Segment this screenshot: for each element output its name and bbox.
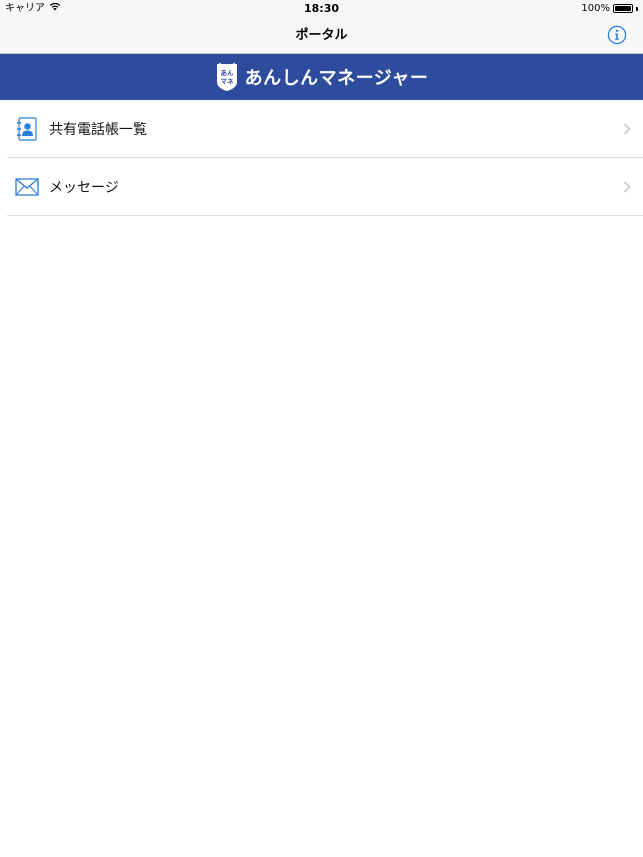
menu-item-shared-phonebook[interactable]: 共有電話帳一覧 [0, 100, 643, 158]
brand-banner: あん マネ あんしんマネージャー [0, 54, 643, 100]
info-icon [607, 25, 627, 45]
menu-item-label: メッセージ [49, 180, 119, 196]
chevron-right-icon [623, 181, 631, 193]
portal-menu-list: 共有電話帳一覧 メッセージ [0, 100, 643, 216]
menu-item-label: 共有電話帳一覧 [49, 122, 147, 138]
battery-icon [613, 4, 633, 13]
battery-percent: 100% [581, 3, 610, 14]
status-right: 100% [581, 0, 638, 17]
address-book-icon [15, 117, 39, 141]
menu-item-messages[interactable]: メッセージ [0, 158, 643, 216]
logo-line2: マネ [220, 78, 234, 86]
info-button[interactable] [607, 25, 627, 45]
status-time: 18:30 [303, 2, 339, 15]
page-title: ポータル [295, 28, 348, 43]
shield-logo-icon: あん マネ [216, 62, 237, 91]
logo-line1: あん [220, 68, 234, 77]
envelope-icon [15, 175, 39, 199]
navigation-bar: ポータル [0, 17, 643, 54]
chevron-right-icon [623, 123, 631, 135]
battery-tip [636, 6, 638, 11]
battery-fill [615, 6, 631, 11]
status-bar: キャリア 18:30 100% [0, 0, 643, 17]
brand-name: あんしんマネージャー [244, 68, 429, 89]
